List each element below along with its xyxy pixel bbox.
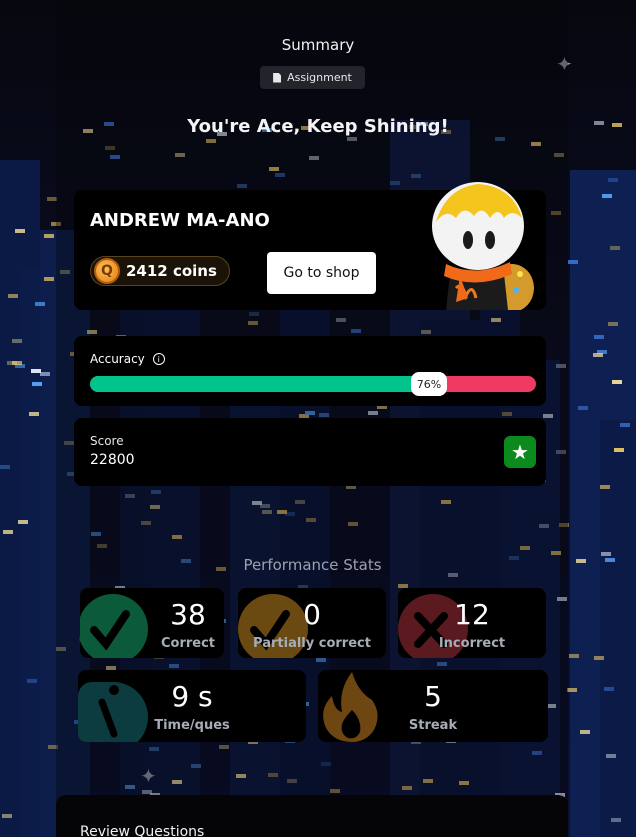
building	[600, 420, 636, 837]
window-light	[594, 656, 604, 660]
accuracy-bar-correct	[90, 376, 429, 392]
player-name: ANDREW MA-ANO	[90, 210, 270, 231]
window-light	[602, 194, 612, 198]
window-light	[578, 406, 588, 410]
window-light	[614, 448, 624, 452]
window-light	[580, 730, 590, 734]
accuracy-label: Accuracy	[90, 352, 145, 366]
stat-incorrect: 12 Incorrect	[398, 588, 546, 658]
assignment-badge: Assignment	[260, 66, 365, 89]
score-label: Score	[90, 434, 124, 448]
window-light	[569, 654, 579, 658]
accuracy-label-row: Accuracy i	[90, 352, 165, 366]
document-icon	[273, 72, 282, 83]
window-light	[568, 260, 578, 264]
time-per-question-label: Time/ques	[154, 718, 230, 733]
performance-stats-title: Performance Stats	[243, 556, 382, 574]
window-light	[600, 485, 610, 489]
window-light	[3, 530, 13, 534]
window-light	[608, 322, 618, 326]
info-icon[interactable]: i	[152, 353, 165, 365]
window-light	[35, 302, 45, 306]
coin-icon: Q	[94, 258, 120, 284]
accuracy-card: Accuracy i 76%	[74, 336, 546, 406]
window-light	[12, 339, 22, 343]
time-per-question-value: 9 s	[171, 680, 213, 713]
window-light	[611, 818, 621, 822]
window-light	[15, 229, 25, 233]
window-light	[40, 372, 50, 376]
window-light	[2, 814, 12, 818]
incorrect-count: 12	[454, 598, 490, 631]
window-light	[608, 178, 618, 182]
incorrect-label: Incorrect	[438, 636, 506, 651]
accuracy-bar: 76%	[90, 372, 536, 396]
streak-label: Streak	[408, 718, 458, 733]
window-light	[32, 382, 42, 386]
coins-count: 2412 coins	[126, 262, 217, 280]
window-light	[593, 353, 603, 357]
window-light	[567, 688, 577, 692]
score-value: 22800	[90, 452, 135, 468]
go-to-shop-button[interactable]: Go to shop	[267, 252, 376, 294]
window-light	[8, 294, 18, 298]
score-card: Score 22800 ★	[74, 418, 546, 486]
window-light	[620, 423, 630, 427]
window-light	[18, 520, 28, 524]
window-light	[31, 369, 41, 373]
window-light	[29, 412, 39, 416]
window-light	[610, 246, 620, 250]
coins-pill: Q 2412 coins	[90, 256, 230, 286]
partially-correct-count: 0	[303, 598, 321, 631]
review-questions-title: Review Questions	[80, 824, 205, 837]
stat-streak: 5 Streak	[318, 670, 548, 742]
stat-partially-correct: 0 Partially correct	[238, 588, 386, 658]
window-light	[44, 277, 54, 281]
motivation-headline: You're Ace, Keep Shining!	[187, 116, 449, 137]
window-light	[612, 380, 622, 384]
correct-label: Correct	[160, 636, 216, 651]
stat-correct: 38 Correct	[80, 588, 224, 658]
streak-value: 5	[424, 680, 442, 713]
window-light	[594, 335, 604, 339]
avatar	[432, 182, 534, 310]
window-light	[12, 361, 22, 365]
window-light	[604, 687, 614, 691]
stat-time-per-question: 9 s Time/ques	[78, 670, 306, 742]
player-card: ANDREW MA-ANO Q 2412 coins Go to shop	[74, 182, 546, 310]
page-title: Summary	[281, 36, 355, 54]
partially-correct-label: Partially correct	[253, 636, 371, 651]
assignment-badge-label: Assignment	[287, 71, 352, 84]
correct-count: 38	[170, 598, 206, 631]
star-icon: ★	[504, 436, 536, 468]
accuracy-percent: 76%	[411, 372, 447, 396]
window-light	[606, 754, 616, 758]
window-light	[27, 679, 37, 683]
window-light	[0, 465, 10, 469]
window-light	[44, 234, 54, 238]
